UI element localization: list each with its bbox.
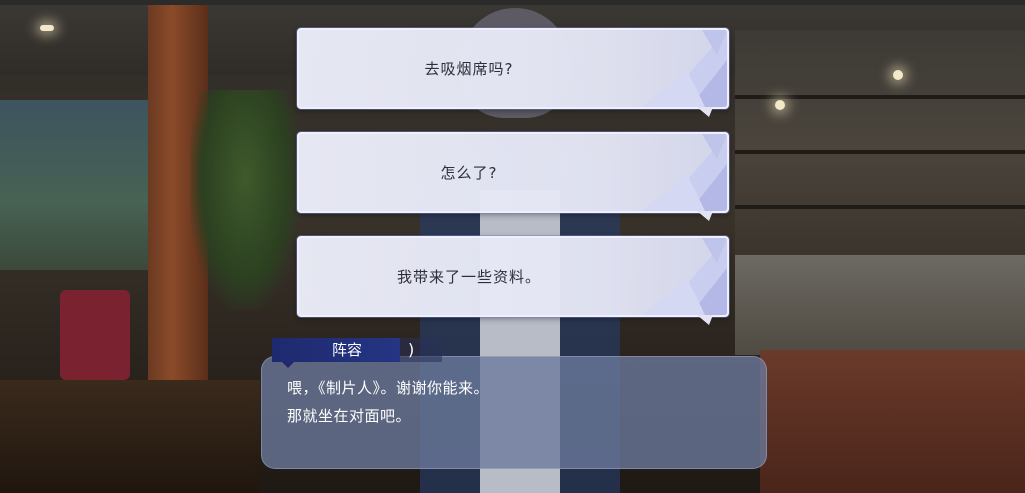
- choice-label: 我带来了一些资料。: [396, 268, 541, 286]
- dialogue-box[interactable]: 喂，《制片人》。谢谢你能来。 那就坐在对面吧。: [261, 356, 767, 469]
- choice-button-3[interactable]: 我带来了一些资料。: [297, 236, 729, 325]
- choice-button-2[interactable]: 怎么了?: [297, 132, 729, 221]
- dialogue-line-2: 那就坐在对面吧。: [287, 407, 412, 425]
- speaker-suffix: ): [408, 340, 415, 359]
- speaker-nameplate: 阵容 ): [272, 338, 442, 368]
- choice-label: 怎么了?: [440, 164, 498, 182]
- choice-label: 去吸烟席吗?: [424, 60, 514, 78]
- dialogue-line-1: 喂，《制片人》。谢谢你能来。: [287, 379, 490, 397]
- choice-button-1[interactable]: 去吸烟席吗?: [297, 28, 729, 117]
- game-screen: 去吸烟席吗? 怎么了? 我带来了一些资料。 喂，《制片人》。谢谢你能来。 那就坐…: [0, 0, 1025, 493]
- speaker-name: 阵容: [331, 341, 362, 359]
